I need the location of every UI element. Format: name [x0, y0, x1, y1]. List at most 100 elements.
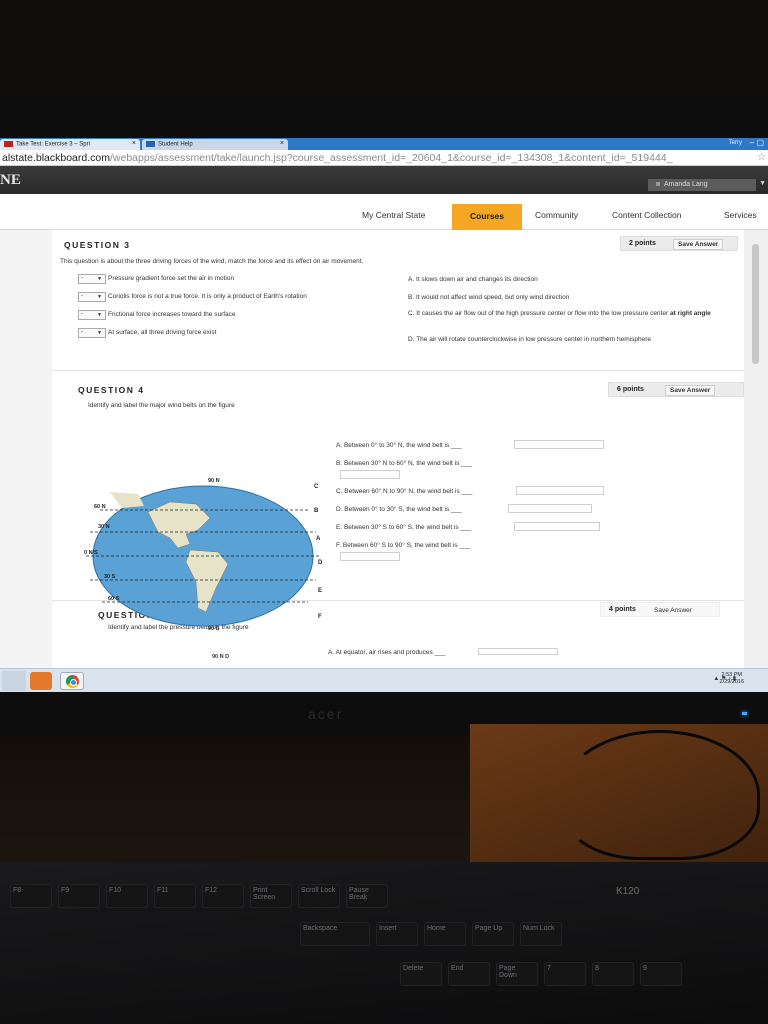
lat-label-30s: 30 S [104, 574, 116, 580]
match-select[interactable]: - ▼ [78, 274, 106, 284]
close-icon[interactable]: × [132, 140, 136, 147]
blank-c-text: C. Between 60° N to 90° N, the wind belt… [336, 488, 473, 495]
keyboard: F8 F9 F10 F11 F12 Print Screen Scroll Lo… [0, 862, 768, 1024]
key: Backspace [300, 922, 370, 946]
lat-label-60s: 60 S [108, 596, 120, 602]
blank-c-input[interactable] [516, 486, 604, 495]
browser-tab-strip: Take Test: Exercise 3 – Spri × Student H… [0, 138, 768, 150]
blackboard-tab-icon [4, 141, 13, 147]
key: F12 [202, 884, 244, 908]
option-b: B. It would not affect wind speed, but o… [408, 294, 570, 301]
lat-label-equator: 0 N/S [84, 550, 98, 556]
blank-b-input[interactable] [340, 470, 400, 479]
key: F11 [154, 884, 196, 908]
cable [560, 730, 760, 860]
tab-content-collection[interactable]: Content Collection [612, 210, 681, 220]
key: 8 [592, 962, 634, 986]
close-icon[interactable]: × [280, 140, 284, 147]
q5-blank-a-input[interactable] [478, 648, 558, 655]
blank-a-input[interactable] [514, 440, 604, 449]
chevron-down-icon: ▼ [97, 312, 102, 318]
question-4-prompt: Identify and label the major wind belts … [88, 402, 235, 409]
match-row: - ▼ Pressure gradient force set the air i… [78, 274, 408, 284]
key: F10 [106, 884, 148, 908]
scrollbar-thumb[interactable] [752, 244, 759, 364]
tab-my-central-state[interactable]: My Central State [362, 210, 425, 220]
save-answer-button[interactable]: Save Answer [649, 605, 697, 616]
blank-a-text: A. Between 0° to 30° N, the wind belt is… [336, 442, 462, 449]
question-4-title: QUESTION 4 [78, 385, 145, 395]
tab-community[interactable]: Community [535, 210, 578, 220]
option-c: C. It causes the air flow out of the hig… [408, 310, 711, 317]
vertical-scrollbar[interactable] [744, 230, 768, 692]
option-d: D. The air will rotate counterclockwise … [408, 336, 652, 343]
wind-belt-map: 90 N 60 N 30 N 0 N/S 30 S 60 S 90 S C B … [84, 478, 323, 632]
user-avatar-icon [656, 182, 660, 186]
question-3-points: 2 points Save Answer [620, 236, 738, 251]
windows-taskbar: ▲ ⚑ ♪ ▮ 2:53 PM 2/29/2016 [0, 668, 768, 692]
url-path: /webapps/assessment/take/launch.jsp?cour… [109, 152, 673, 164]
key: Page Down [496, 962, 538, 986]
blank-e-input[interactable] [514, 522, 600, 531]
monitor-screen: Take Test: Exercise 3 – Spri × Student H… [0, 138, 768, 692]
power-led-icon [742, 712, 747, 715]
key: Pause Break [346, 884, 388, 908]
blank-d-text: D. Between 0° to 30° S, the wind belt is… [336, 506, 462, 513]
site-logo[interactable]: NE [0, 172, 21, 189]
blank-d-input[interactable] [508, 504, 592, 513]
lat-label-30n: 30 N [98, 524, 110, 530]
match-select[interactable]: - ▼ [78, 310, 106, 320]
match-row: - ▼ At surface, all three driving force e… [78, 328, 408, 338]
tab-courses[interactable]: Courses [452, 204, 522, 235]
media-player-taskbar-icon[interactable] [30, 672, 52, 690]
q5-blank-a-text: A. At equator, air rises and produces __… [328, 649, 446, 656]
main-nav: My Central State Courses Community Conte… [0, 194, 768, 235]
bookmark-star-icon[interactable]: ☆ [757, 152, 766, 163]
key: 9 [640, 962, 682, 986]
region-letter-e: E [318, 588, 322, 594]
monitor-brand-logo: acer [308, 706, 344, 722]
region-letter-a: A [316, 536, 321, 542]
question-3-title: QUESTION 3 [64, 240, 131, 250]
start-button[interactable] [2, 671, 26, 691]
tab-student-help[interactable]: Student Help × [142, 139, 288, 150]
key: Delete [400, 962, 442, 986]
q5-map-label: 90 N D [212, 654, 230, 660]
question-3-prompt: This question is about the three driving… [60, 258, 364, 265]
landmass [110, 492, 144, 508]
save-answer-button[interactable]: Save Answer [665, 385, 716, 396]
key: F8 [10, 884, 52, 908]
blank-f-text: F. Between 60° S to 90° S, the wind belt… [336, 542, 471, 549]
lat-label-90s: 90 S [208, 626, 220, 632]
lat-label-90n: 90 N [208, 478, 220, 484]
site-header: NE Amanda Lang ▼ [0, 166, 768, 194]
address-bar[interactable]: alstate.blackboard.com/webapps/assessmen… [0, 150, 768, 166]
blank-b-text: B. Between 30° N to 60° N, the wind belt… [336, 460, 472, 467]
window-controls[interactable]: – ▢ [750, 138, 764, 147]
save-answer-button[interactable]: Save Answer [673, 239, 724, 250]
key: Home [424, 922, 466, 946]
question-4-points: 6 points Save Answer [608, 382, 744, 397]
chevron-down-icon: ▼ [97, 276, 102, 282]
match-row: - ▼ Frictional force increases toward the… [78, 310, 408, 320]
chevron-down-icon[interactable]: ▼ [759, 180, 766, 187]
match-select[interactable]: - ▼ [78, 292, 106, 302]
keyboard-model-label: K120 [616, 886, 640, 897]
user-menu[interactable]: Amanda Lang ▼ [648, 179, 766, 191]
lat-label-60n: 60 N [94, 504, 106, 510]
key: Insert [376, 922, 418, 946]
match-row: - ▼ Coriolis force is not a true force. I… [78, 292, 408, 302]
student-help-tab-icon [146, 141, 155, 147]
region-letter-f: F [318, 614, 322, 620]
key: Page Up [472, 922, 514, 946]
region-letter-d: D [318, 560, 323, 566]
chrome-icon [66, 675, 79, 688]
region-letter-b: B [314, 508, 319, 514]
blank-f-input[interactable] [340, 552, 400, 561]
question-5-points: 4 points Save Answer [600, 602, 720, 617]
chrome-taskbar-icon[interactable] [60, 672, 84, 690]
match-select[interactable]: - ▼ [78, 328, 106, 338]
tab-take-test[interactable]: Take Test: Exercise 3 – Spri × [0, 139, 140, 150]
tab-services[interactable]: Services [724, 210, 757, 220]
taskbar-clock[interactable]: 2:53 PM 2/29/2016 [720, 672, 744, 686]
